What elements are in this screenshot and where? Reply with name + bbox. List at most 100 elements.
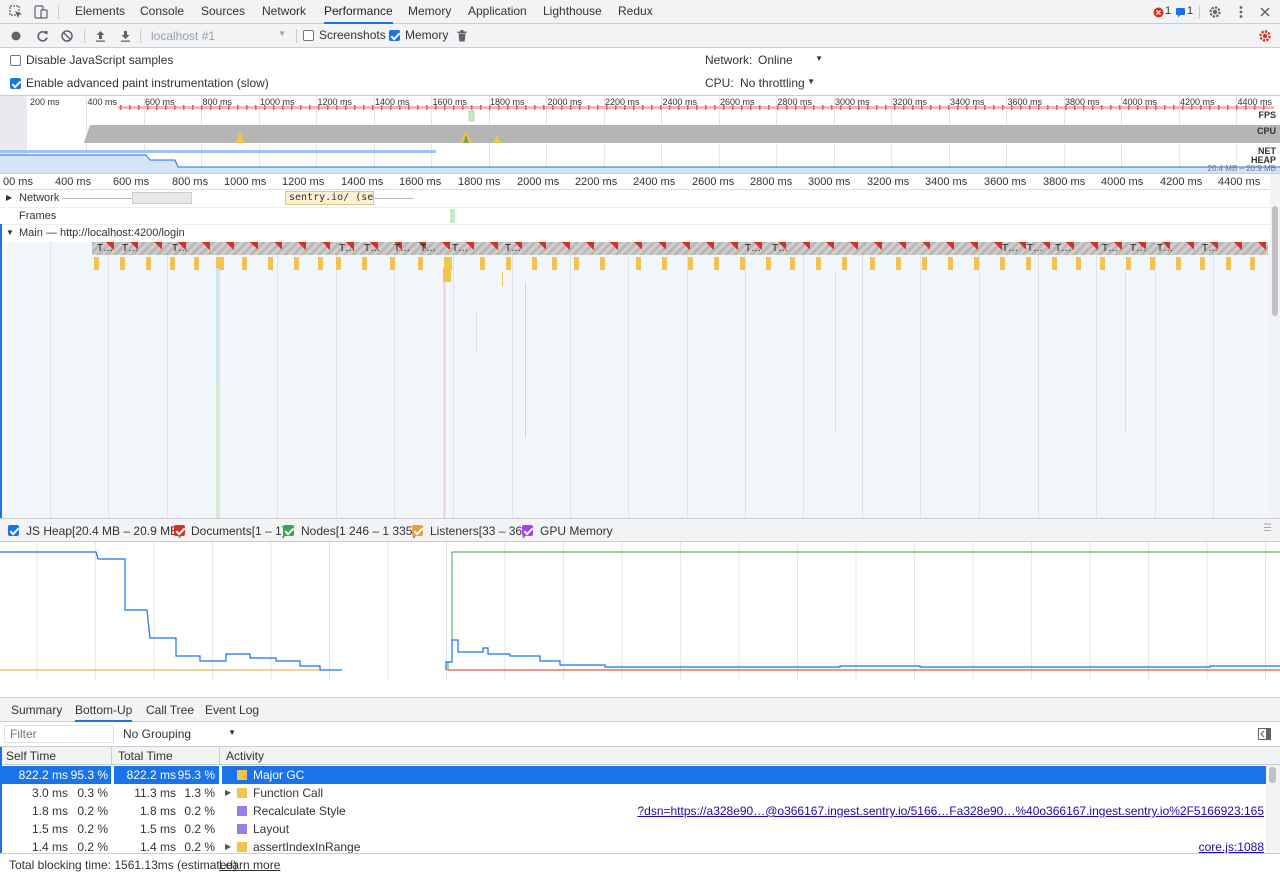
close-icon[interactable]: [1257, 4, 1273, 20]
total-time-value: 11.3 ms: [134, 786, 176, 800]
network-request-bar[interactable]: [132, 192, 192, 204]
error-count[interactable]: 1: [1165, 5, 1171, 17]
timeline-overview[interactable]: 200 ms 400 ms 600 ms 800 ms 1000 ms 1200 ms 14…: [0, 96, 1280, 174]
tab-elements[interactable]: Elements: [75, 0, 125, 24]
table-scrollbar[interactable]: [1266, 765, 1280, 853]
expand-arrow-icon[interactable]: ▶: [6, 193, 12, 202]
flame-chart[interactable]: ▶ Network sentry.io/ (sen… Frames ▼ Main…: [0, 190, 1270, 518]
tab-redux[interactable]: Redux: [618, 0, 653, 24]
js-heap-label[interactable]: JS Heap[20.4 MB – 20.9 MB]: [26, 524, 181, 538]
column-divider: [219, 766, 222, 784]
memory-checkbox[interactable]: [389, 30, 400, 41]
tab-lighthouse[interactable]: Lighthouse: [543, 0, 602, 24]
table-row[interactable]: 1.5 ms 0.2 % 1.5 ms 0.2 % Layout: [0, 820, 1266, 838]
subtab-summary[interactable]: Summary: [11, 698, 62, 722]
screenshots-label[interactable]: Screenshots: [319, 28, 386, 42]
tab-network[interactable]: Network: [262, 0, 306, 24]
table-row[interactable]: 822.2 ms 95.3 % 822.2 ms 95.3 % Major GC: [0, 766, 1266, 784]
screenshots-checkbox[interactable]: [303, 30, 314, 41]
documents-checkbox[interactable]: [174, 525, 185, 536]
tab-performance[interactable]: Performance: [324, 0, 393, 24]
fps-red-mark: [696, 105, 698, 110]
activity-name: Recalculate Style: [253, 804, 346, 818]
profile-select-value: localhost #1: [151, 29, 216, 43]
profile-select[interactable]: localhost #1 ▼: [146, 28, 292, 44]
capture-settings-gear-icon[interactable]: [1257, 28, 1273, 44]
table-row[interactable]: 1.4 ms 0.2 % 1.4 ms 0.2 % ▶ assertIndexInRang…: [0, 838, 1266, 853]
upload-icon[interactable]: [93, 29, 107, 43]
tab-application[interactable]: Application: [468, 0, 527, 24]
fps-red-mark: [579, 105, 581, 110]
fps-red-mark: [633, 105, 635, 110]
fps-red-mark: [660, 105, 662, 110]
tab-sources[interactable]: Sources: [201, 0, 245, 24]
table-scrollbar-thumb[interactable]: [1269, 767, 1276, 783]
js-heap-checkbox[interactable]: [8, 525, 19, 536]
listeners-checkbox[interactable]: [412, 525, 423, 536]
total-time-header[interactable]: Total Time: [112, 747, 220, 765]
subtab-event-log[interactable]: Event Log: [205, 698, 259, 722]
message-icon[interactable]: [1173, 5, 1187, 19]
main-track-header[interactable]: ▼ Main — http://localhost:4200/login: [0, 224, 1270, 242]
expand-arrow-icon[interactable]: ▶: [225, 838, 231, 853]
gpu-memory-checkbox[interactable]: [522, 525, 533, 536]
message-count[interactable]: 1: [1187, 5, 1193, 17]
advanced-paint-label[interactable]: Enable advanced paint instrumentation (s…: [26, 76, 269, 90]
trash-icon[interactable]: [455, 28, 469, 44]
more-options-icon[interactable]: [1233, 4, 1249, 20]
error-icon[interactable]: [1151, 5, 1165, 19]
frames-track-label: Frames: [19, 210, 57, 222]
chevron-down-icon: ▼: [278, 29, 286, 38]
subtab-call-tree[interactable]: Call Tree: [146, 698, 194, 722]
source-link[interactable]: ?dsn=https://a328e90…@o366167.ingest.sen…: [637, 802, 1264, 820]
cpu-throttle-select[interactable]: No throttling ▼: [737, 74, 819, 92]
frame-block[interactable]: [450, 209, 455, 223]
fps-red-mark: [147, 105, 149, 110]
table-row[interactable]: 1.8 ms 0.2 % 1.8 ms 0.2 % Recalculate Style?…: [0, 802, 1266, 820]
flame-scrollbar-thumb[interactable]: [1272, 206, 1278, 316]
nodes-label[interactable]: Nodes[1 246 – 1 335]: [301, 524, 416, 538]
inspect-element-icon[interactable]: [8, 4, 24, 20]
table-row[interactable]: 3.0 ms 0.3 % 11.3 ms 1.3 % ▶ Function Call: [0, 784, 1266, 802]
download-icon[interactable]: [118, 29, 132, 43]
network-throttle-select[interactable]: Online ▼: [755, 51, 827, 69]
collapse-arrow-icon[interactable]: ▼: [6, 228, 14, 237]
fps-red-mark: [561, 105, 563, 110]
ruler-tick-label: 4400 ms: [1218, 176, 1261, 188]
tab-memory[interactable]: Memory: [408, 0, 451, 24]
clear-icon[interactable]: [60, 29, 74, 43]
gear-icon[interactable]: [1207, 4, 1223, 20]
reload-icon[interactable]: [35, 29, 49, 43]
fps-red-mark: [1137, 105, 1139, 110]
filter-input[interactable]: [4, 725, 114, 743]
ruler-tick-label: 1000 ms: [224, 176, 267, 188]
toggle-sidebar-icon[interactable]: [1257, 727, 1271, 741]
fps-red-mark: [1020, 105, 1022, 110]
fps-red-mark: [246, 105, 248, 110]
advanced-paint-checkbox[interactable]: [10, 78, 21, 89]
tab-console[interactable]: Console: [140, 0, 184, 24]
source-link[interactable]: core.js:1088: [1199, 838, 1264, 853]
record-icon[interactable]: [10, 30, 22, 42]
network-request-sentry[interactable]: sentry.io/ (sen…: [285, 191, 374, 205]
disable-js-samples-checkbox[interactable]: [10, 55, 21, 66]
expand-arrow-icon[interactable]: ▶: [225, 784, 231, 802]
listeners-label[interactable]: Listeners[33 – 36]: [430, 524, 525, 538]
subtab-bottom-up[interactable]: Bottom-Up: [75, 698, 133, 722]
self-time-header[interactable]: Self Time: [0, 747, 112, 765]
gpu-memory-label[interactable]: GPU Memory: [540, 524, 613, 538]
ruler-tick-label: 400 ms: [55, 176, 92, 188]
memory-label[interactable]: Memory: [405, 28, 448, 42]
performance-toolbar: localhost #1 ▼ Screenshots Memory: [0, 24, 1280, 48]
activity-header[interactable]: Activity: [220, 747, 1280, 765]
device-toolbar-icon[interactable]: [33, 4, 49, 20]
learn-more-link[interactable]: Learn more: [219, 858, 280, 872]
frames-track[interactable]: Frames: [0, 207, 1270, 224]
flame-scrollbar[interactable]: [1270, 174, 1280, 518]
network-track[interactable]: ▶ Network sentry.io/ (sen…: [0, 190, 1270, 207]
nodes-checkbox[interactable]: [283, 525, 294, 536]
drag-handle-icon[interactable]: ☰: [1263, 523, 1272, 534]
grouping-select[interactable]: No Grouping ▼: [118, 725, 240, 743]
documents-label[interactable]: Documents[1 – 1]: [191, 524, 285, 538]
disable-js-samples-label[interactable]: Disable JavaScript samples: [26, 53, 173, 67]
